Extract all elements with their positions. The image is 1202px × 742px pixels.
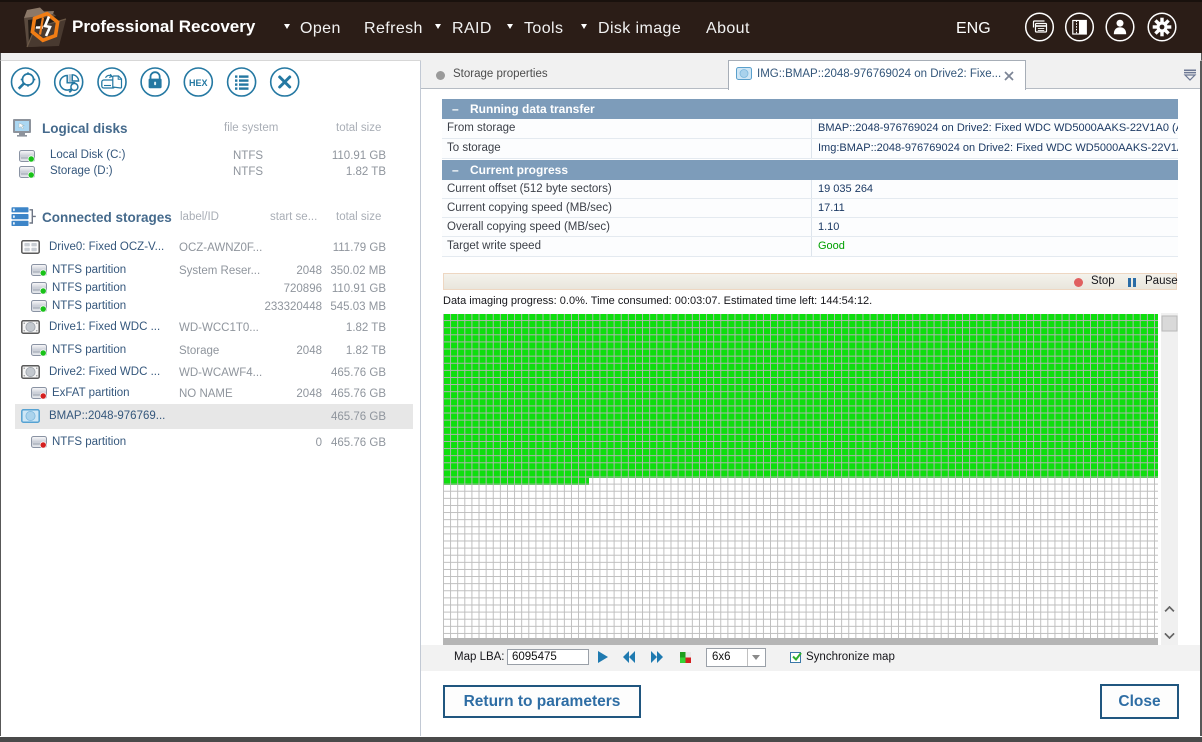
- svg-text:HEX: HEX: [189, 78, 208, 88]
